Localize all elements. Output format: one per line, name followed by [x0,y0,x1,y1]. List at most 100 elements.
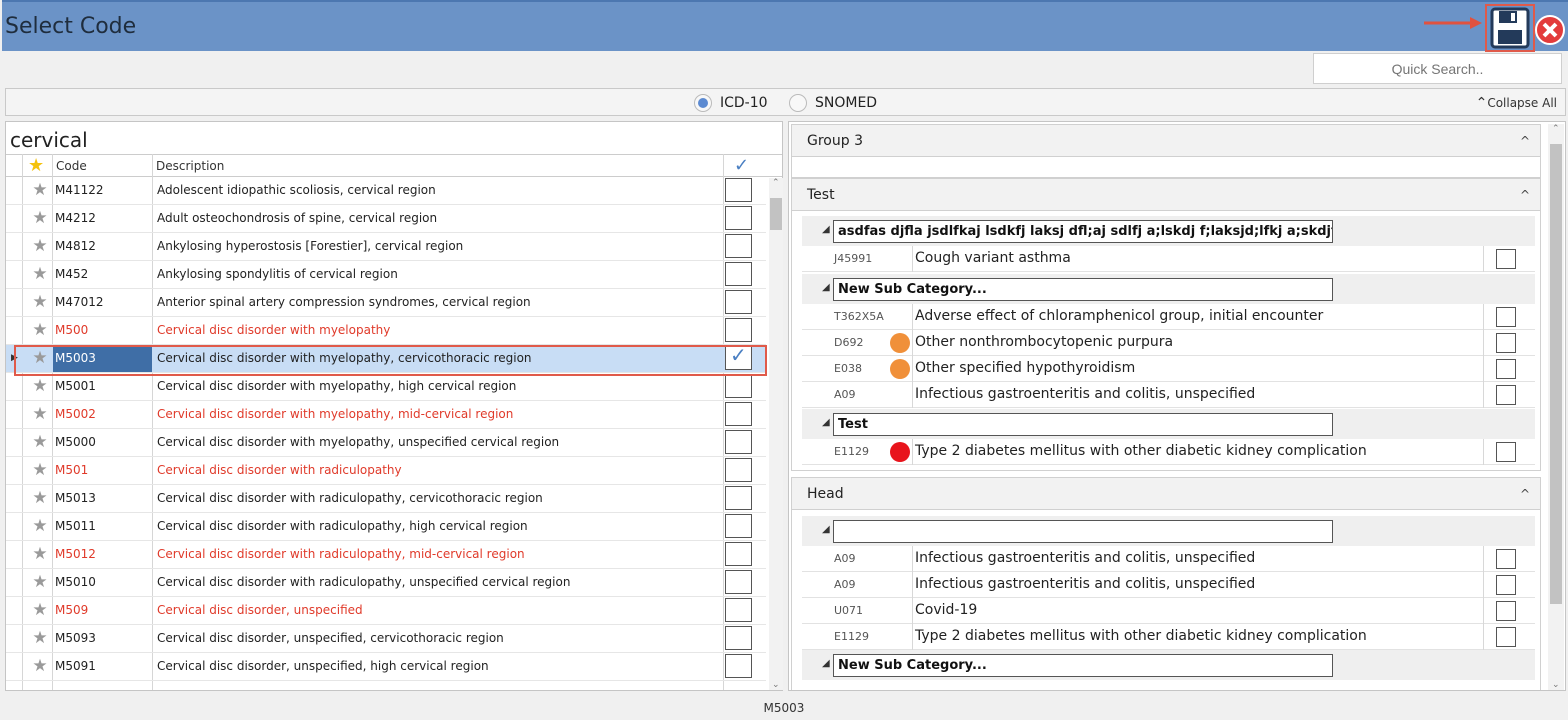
expand-triangle-icon[interactable]: ◢ [822,417,830,428]
group-3-header[interactable]: Group 3 ^ [792,125,1540,157]
code-item[interactable]: E038 Other specified hypothyroidism [802,356,1535,382]
table-row[interactable]: ★ M452 Ankylosing spondylitis of cervical … [6,261,766,289]
subcategory-name[interactable]: Test [833,413,1333,436]
left-scrollbar[interactable]: ⌃ ⌄ [769,178,783,690]
row-checkbox[interactable] [725,458,752,482]
table-row[interactable]: ★ M5001 Cervical disc disorder with myelop… [6,373,766,401]
code-item[interactable]: E1129 Type 2 diabetes mellitus with other… [802,624,1535,650]
table-row[interactable]: ★ M5091 Cervical disc disorder, unspecifie… [6,653,766,681]
row-checkbox[interactable] [725,402,752,426]
subcategory-name[interactable]: New Sub Category... [833,654,1333,677]
code-item[interactable]: A09 Infectious gastroenteritis and coliti… [802,382,1535,408]
collapse-all-button[interactable]: ⌃Collapse All [1476,95,1557,111]
code-item[interactable]: D692 Other nonthrombocytopenic purpura [802,330,1535,356]
favorite-star-icon[interactable]: ★ [26,653,54,680]
favorite-star-icon[interactable]: ★ [26,513,54,540]
subcategory-row[interactable]: ◢ Test [802,409,1535,439]
snomed-radio[interactable] [789,94,807,112]
row-checkbox[interactable] [725,514,752,538]
favorite-star-icon[interactable]: ★ [26,485,54,512]
collapse-caret-icon[interactable]: ^ [1520,188,1530,202]
item-checkbox[interactable] [1496,442,1516,462]
item-checkbox[interactable] [1496,307,1516,327]
subcategory-row[interactable]: ◢ asdfas djfla jsdlfkaj lsdkfj laksj dfl… [802,216,1535,246]
table-row[interactable]: ★ M5000 Cervical disc disorder with myelop… [6,429,766,457]
table-row[interactable]: ★ M5010 Cervical disc disorder with radicu… [6,569,766,597]
code-item[interactable]: T362X5A Adverse effect of chloramphenicol… [802,304,1535,330]
table-row[interactable]: ★ M5011 Cervical disc disorder with radicu… [6,513,766,541]
quick-search-input[interactable] [1313,53,1562,84]
right-scrollbar[interactable]: ⌃ ⌄ [1548,124,1564,690]
item-checkbox[interactable] [1496,549,1516,569]
favorite-star-icon[interactable]: ★ [26,261,54,288]
collapse-caret-icon[interactable]: ^ [1520,134,1530,148]
subcategory-name[interactable] [833,520,1333,543]
subcategory-row[interactable]: ◢ [802,516,1535,546]
item-checkbox[interactable] [1496,575,1516,595]
row-checkbox[interactable] [725,542,752,566]
row-checkbox[interactable] [725,318,752,342]
code-item[interactable]: U071 Covid-19 [802,598,1535,624]
table-row[interactable]: ★ M4812 Ankylosing hyperostosis [Forestier… [6,233,766,261]
row-checkbox[interactable] [725,178,752,202]
favorite-star-icon[interactable]: ★ [26,569,54,596]
item-checkbox[interactable] [1496,359,1516,379]
description-column-header[interactable]: Description [156,159,224,173]
collapse-caret-icon[interactable]: ^ [1520,487,1530,501]
close-button[interactable] [1535,15,1565,45]
code-item[interactable]: J45991 Cough variant asthma [802,246,1535,272]
code-column-header[interactable]: Code [56,159,87,173]
table-row[interactable]: ★ M5012 Cervical disc disorder with radicu… [6,541,766,569]
favorite-star-icon[interactable]: ★ [26,373,54,400]
favorite-star-icon[interactable]: ★ [26,541,54,568]
expand-triangle-icon[interactable]: ◢ [822,658,830,669]
icd10-radio[interactable] [694,94,712,112]
subcategory-row[interactable]: ◢ New Sub Category... [802,650,1535,680]
item-checkbox[interactable] [1496,249,1516,269]
table-row[interactable]: ★ M5002 Cervical disc disorder with myelop… [6,401,766,429]
row-checkbox[interactable] [725,598,752,622]
row-checkbox[interactable] [725,570,752,594]
favorite-star-icon[interactable]: ★ [26,597,54,624]
row-checkbox[interactable] [725,234,752,258]
row-checkbox[interactable] [725,486,752,510]
table-row[interactable]: ★ M500 Cervical disc disorder with myelopa… [6,317,766,345]
code-item[interactable]: A09 Infectious gastroenteritis and coliti… [802,572,1535,598]
table-row[interactable]: ★ M47012 Anterior spinal artery compressio… [6,289,766,317]
table-row[interactable]: ★ M5093 Cervical disc disorder, unspecifie… [6,625,766,653]
subcategory-name[interactable]: New Sub Category... [833,278,1333,301]
favorite-star-icon[interactable]: ★ [26,233,54,260]
item-checkbox[interactable] [1496,333,1516,353]
expand-triangle-icon[interactable]: ◢ [822,524,830,535]
check-header-icon[interactable]: ✓ [734,155,749,176]
subcategory-row[interactable]: ◢ New Sub Category... [802,274,1535,304]
row-checkbox[interactable] [725,654,752,678]
row-checkbox[interactable] [725,374,752,398]
favorite-star-icon[interactable]: ★ [26,177,54,204]
table-row[interactable]: ★ M41122 Adolescent idiopathic scoliosis, … [6,177,766,205]
favorite-star-icon[interactable]: ★ [26,289,54,316]
row-checkbox[interactable] [725,290,752,314]
code-item[interactable]: A09 Infectious gastroenteritis and coliti… [802,546,1535,572]
table-row[interactable]: ★ M509 Cervical disc disorder, unspecified [6,597,766,625]
save-button[interactable] [1485,4,1535,52]
group-test-header[interactable]: Test ^ [792,179,1540,211]
expand-triangle-icon[interactable]: ◢ [822,224,830,235]
code-item[interactable]: E1129 Type 2 diabetes mellitus with othe… [802,439,1535,465]
group-head-header[interactable]: Head ^ [792,478,1540,510]
favorite-star-icon[interactable]: ★ [26,429,54,456]
table-row[interactable]: ★ M5013 Cervical disc disorder with radicu… [6,485,766,513]
table-row[interactable]: ★ M501 Cervical disc disorder with radicul… [6,457,766,485]
favorite-star-icon[interactable]: ★ [26,205,54,232]
expand-triangle-icon[interactable]: ◢ [822,282,830,293]
favorite-star-icon[interactable]: ★ [26,457,54,484]
favorite-star-icon[interactable]: ★ [26,625,54,652]
row-checkbox[interactable] [725,262,752,286]
row-checkbox[interactable] [725,430,752,454]
favorite-star-icon[interactable]: ★ [26,317,54,344]
row-checkbox[interactable] [725,626,752,650]
subcategory-name[interactable]: asdfas djfla jsdlfkaj lsdkfj laksj dfl;a… [833,220,1333,243]
favorite-star-icon[interactable]: ★ [26,401,54,428]
item-checkbox[interactable] [1496,385,1516,405]
item-checkbox[interactable] [1496,601,1516,621]
